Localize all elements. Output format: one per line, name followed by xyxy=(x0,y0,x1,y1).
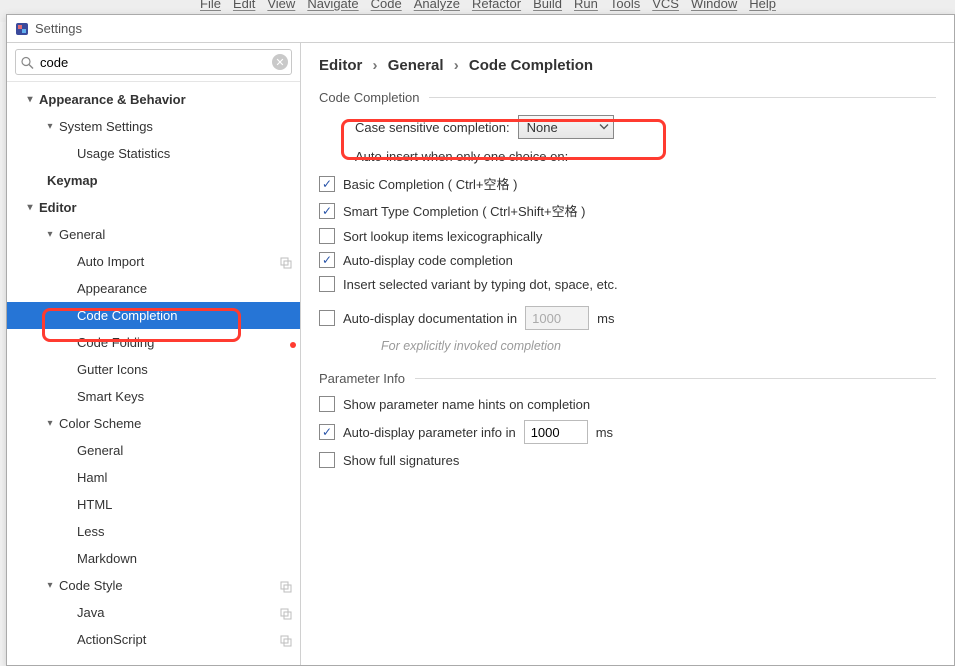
dropdown-value: None xyxy=(527,120,558,135)
insert-selected-checkbox[interactable] xyxy=(319,276,335,292)
project-scope-icon xyxy=(280,605,292,620)
section-title-label: Code Completion xyxy=(319,90,419,105)
breadcrumb-general[interactable]: General xyxy=(388,57,444,74)
chevron-right-icon: › xyxy=(373,57,378,74)
tree-cs-haml[interactable]: Haml xyxy=(7,464,300,491)
chevron-down-icon: ▾ xyxy=(43,418,57,429)
tree-color-scheme[interactable]: ▾ Color Scheme xyxy=(7,410,300,437)
sort-lookup-checkbox[interactable] xyxy=(319,228,335,244)
tree-keymap[interactable]: Keymap xyxy=(7,167,300,194)
tree-smart-keys[interactable]: Smart Keys xyxy=(7,383,300,410)
chevron-down-icon: ▾ xyxy=(43,229,57,240)
show-full-sig-checkbox[interactable] xyxy=(319,452,335,468)
smart-type-completion-checkbox[interactable]: ✓ xyxy=(319,203,335,219)
basic-completion-checkbox[interactable]: ✓ xyxy=(319,176,335,192)
menu-tools[interactable]: Tools xyxy=(610,0,640,11)
settings-dialog: Settings ✕ ▾ Appearance & Behavior xyxy=(6,14,955,666)
ms-label: ms xyxy=(596,425,613,440)
chevron-down-icon: ▾ xyxy=(23,202,37,213)
chevron-down-icon: ▾ xyxy=(23,94,37,105)
ms-label: ms xyxy=(597,311,614,326)
insert-selected-label: Insert selected variant by typing dot, s… xyxy=(343,277,618,292)
auto-display-checkbox[interactable]: ✓ xyxy=(319,252,335,268)
menu-vcs[interactable]: VCS xyxy=(652,0,679,11)
breadcrumb: Editor › General › Code Completion xyxy=(319,57,936,74)
section-code-completion: Code Completion Case sensitive completio… xyxy=(319,90,936,353)
auto-doc-hint: For explicitly invoked completion xyxy=(381,339,561,353)
auto-param-info-input[interactable] xyxy=(524,420,588,444)
menu-navigate[interactable]: Navigate xyxy=(307,0,358,11)
show-param-hints-label: Show parameter name hints on completion xyxy=(343,397,590,412)
auto-param-info-checkbox[interactable]: ✓ xyxy=(319,424,335,440)
tree-system-settings[interactable]: ▾ System Settings xyxy=(7,113,300,140)
tree-code-completion[interactable]: Code Completion xyxy=(7,302,300,329)
tree-auto-import[interactable]: Auto Import xyxy=(7,248,300,275)
dialog-title: Settings xyxy=(35,21,82,36)
chevron-right-icon: › xyxy=(454,57,459,74)
menu-code[interactable]: Code xyxy=(371,0,402,11)
app-icon xyxy=(15,22,29,36)
auto-doc-checkbox[interactable] xyxy=(319,310,335,326)
section-parameter-info: Parameter Info Show parameter name hints… xyxy=(319,371,936,468)
sort-lookup-label: Sort lookup items lexicographically xyxy=(343,229,542,244)
project-scope-icon xyxy=(280,632,292,647)
chevron-down-icon xyxy=(599,120,609,135)
auto-param-info-label: Auto-display parameter info in xyxy=(343,425,516,440)
tree-cs-html[interactable]: HTML xyxy=(7,491,300,518)
breadcrumb-editor[interactable]: Editor xyxy=(319,57,362,74)
settings-sidebar: ✕ ▾ Appearance & Behavior ▾ System Setti… xyxy=(7,43,301,665)
smart-type-completion-label: Smart Type Completion ( Ctrl+Shift+空格 ) xyxy=(343,201,586,220)
basic-completion-label: Basic Completion ( Ctrl+空格 ) xyxy=(343,174,517,193)
project-scope-icon xyxy=(280,254,292,269)
tree-cs-java[interactable]: Java xyxy=(7,599,300,626)
settings-tree: ▾ Appearance & Behavior ▾ System Setting… xyxy=(7,82,300,665)
settings-content: Editor › General › Code Completion Code … xyxy=(301,43,954,665)
tree-cs-general[interactable]: General xyxy=(7,437,300,464)
tree-usage-statistics[interactable]: Usage Statistics xyxy=(7,140,300,167)
divider xyxy=(429,97,936,98)
show-full-sig-label: Show full signatures xyxy=(343,453,459,468)
menu-analyze[interactable]: Analyze xyxy=(414,0,460,11)
tree-cs-actionscript[interactable]: ActionScript xyxy=(7,626,300,653)
tree-editor[interactable]: ▾ Editor xyxy=(7,194,300,221)
titlebar: Settings xyxy=(7,15,954,43)
menu-help[interactable]: Help xyxy=(749,0,776,11)
tree-cs-less[interactable]: Less xyxy=(7,518,300,545)
menu-run[interactable]: Run xyxy=(574,0,598,11)
auto-display-label: Auto-display code completion xyxy=(343,253,513,268)
tree-appearance[interactable]: Appearance xyxy=(7,275,300,302)
tree-code-folding[interactable]: Code Folding xyxy=(7,329,300,356)
menu-view[interactable]: View xyxy=(267,0,295,11)
menu-build[interactable]: Build xyxy=(533,0,562,11)
search-icon xyxy=(21,54,34,69)
menu-edit[interactable]: Edit xyxy=(233,0,255,11)
case-sensitive-label: Case sensitive completion: xyxy=(355,120,510,135)
annotation-dot xyxy=(290,342,296,348)
menu-window[interactable]: Window xyxy=(691,0,737,11)
tree-cs-markdown[interactable]: Markdown xyxy=(7,545,300,572)
auto-insert-label: Auto-insert when only one choice on: xyxy=(355,149,568,164)
tree-appearance-behavior[interactable]: ▾ Appearance & Behavior xyxy=(7,86,300,113)
case-sensitive-dropdown[interactable]: None xyxy=(518,115,614,139)
show-param-hints-checkbox[interactable] xyxy=(319,396,335,412)
divider xyxy=(415,378,936,379)
tree-general[interactable]: ▾ General xyxy=(7,221,300,248)
auto-doc-input[interactable] xyxy=(525,306,589,330)
section-title-label: Parameter Info xyxy=(319,371,405,386)
menu-refactor[interactable]: Refactor xyxy=(472,0,521,11)
chevron-down-icon: ▾ xyxy=(43,121,57,132)
clear-search-icon[interactable]: ✕ xyxy=(272,54,288,70)
auto-doc-label: Auto-display documentation in xyxy=(343,311,517,326)
project-scope-icon xyxy=(280,578,292,593)
tree-code-style[interactable]: ▾ Code Style xyxy=(7,572,300,599)
menu-file[interactable]: File xyxy=(200,0,221,11)
breadcrumb-code-completion: Code Completion xyxy=(469,57,593,74)
chevron-down-icon: ▾ xyxy=(43,580,57,591)
tree-gutter-icons[interactable]: Gutter Icons xyxy=(7,356,300,383)
search-input[interactable] xyxy=(15,49,292,75)
